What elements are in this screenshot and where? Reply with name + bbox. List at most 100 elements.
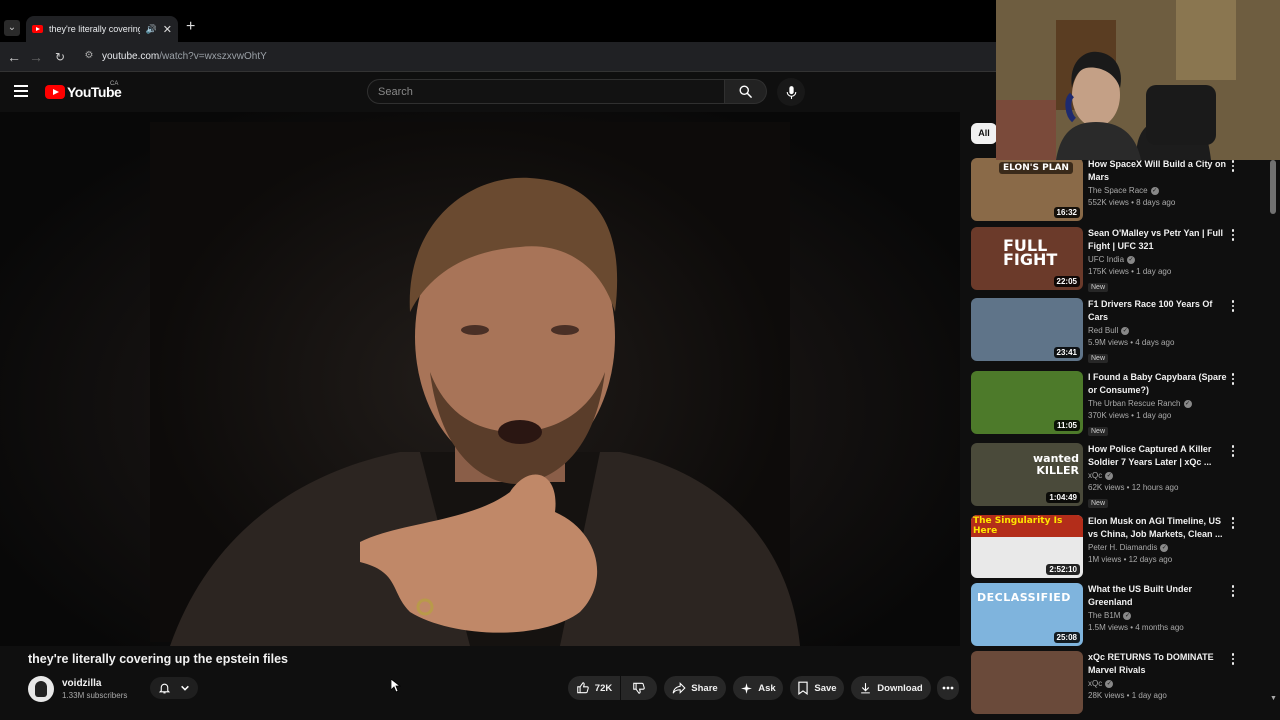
video-thumbnail[interactable]: ELON'S PLAN 16:32 [971, 158, 1083, 221]
video-meta: 552K views • 8 days ago [1088, 198, 1176, 207]
video-title[interactable]: How Police Captured A Killer Soldier 7 Y… [1088, 443, 1228, 469]
sidebar-scrollbar[interactable] [1270, 160, 1276, 214]
youtube-play-icon [45, 85, 65, 99]
youtube-logo[interactable]: YouTube CA [45, 81, 122, 100]
channel-name[interactable]: xQc [1088, 679, 1102, 688]
recommended-video[interactable]: The Singularity Is Here 2:52:10 Elon Musk … [971, 515, 1251, 581]
channel-avatar[interactable] [28, 676, 54, 702]
video-player[interactable] [0, 112, 960, 646]
video-thumbnail[interactable]: The Singularity Is Here 2:52:10 [971, 515, 1083, 578]
recommended-video[interactable]: xQc RETURNS To DOMINATE Marvel Rivals xQc… [971, 651, 1251, 717]
video-thumbnail[interactable]: 23:41 [971, 298, 1083, 361]
site-info-icon[interactable]: ⚙ [82, 50, 96, 64]
recommended-video[interactable]: 23:41 F1 Drivers Race 100 Years Of Cars Re… [971, 298, 1251, 364]
video-thumbnail[interactable]: wanted KILLER 1:04:49 [971, 443, 1083, 506]
channel-row: Peter H. Diamandis ✓ [1088, 543, 1228, 552]
channel-name[interactable]: xQc [1088, 471, 1102, 480]
video-meta: 175K views • 1 day ago [1088, 267, 1172, 276]
share-button[interactable]: Share [664, 676, 726, 700]
video-title[interactable]: What the US Built Under Greenland [1088, 583, 1228, 609]
video-speaker-image [170, 177, 800, 646]
video-title[interactable]: F1 Drivers Race 100 Years Of Cars [1088, 298, 1228, 324]
back-icon[interactable]: ← [6, 49, 22, 65]
video-meta: 1.5M views • 4 months ago [1088, 623, 1184, 632]
forward-icon[interactable]: → [28, 49, 44, 65]
url-field[interactable]: youtube.com/watch?v=wxszxvwOhtY [102, 51, 267, 62]
channel-row: UFC India ✓ [1088, 255, 1228, 264]
video-title[interactable]: Elon Musk on AGI Timeline, US vs China, … [1088, 515, 1228, 541]
filter-chip-all[interactable]: All [971, 123, 997, 144]
video-title[interactable]: xQc RETURNS To DOMINATE Marvel Rivals [1088, 651, 1228, 677]
channel-name[interactable]: Red Bull [1088, 326, 1118, 335]
close-tab-icon[interactable]: ✕ [163, 23, 172, 36]
recommended-video[interactable]: 11:05 I Found a Baby Capybara (Spare or C… [971, 371, 1251, 437]
scroll-down-arrow-icon[interactable]: ▼ [1270, 695, 1277, 702]
verified-icon: ✓ [1160, 543, 1169, 552]
video-title[interactable]: I Found a Baby Capybara (Spare or Consum… [1088, 371, 1228, 397]
video-info: xQc RETURNS To DOMINATE Marvel Rivals xQc… [1088, 651, 1228, 700]
download-button[interactable]: Download [851, 676, 931, 700]
like-button[interactable]: 72K [568, 676, 620, 700]
more-options-icon[interactable] [1229, 653, 1237, 667]
thumbnail-text: wanted KILLER [1032, 452, 1079, 477]
video-title[interactable]: Sean O'Malley vs Petr Yan | Full Fight |… [1088, 227, 1228, 253]
recommended-video[interactable]: DECLASSIFIED 25:08 What the US Built Under… [971, 583, 1251, 649]
recommended-video[interactable]: wanted KILLER 1:04:49 How Police Captured … [971, 443, 1251, 509]
save-button[interactable]: Save [790, 676, 844, 700]
more-options-icon[interactable] [1229, 445, 1237, 459]
search-button[interactable] [725, 79, 767, 104]
recommended-video[interactable]: ELON'S PLAN 16:32 How SpaceX Will Build a … [971, 158, 1251, 224]
youtube-favicon-icon [32, 25, 43, 33]
channel-name[interactable]: The Urban Rescue Ranch [1088, 399, 1181, 408]
video-duration: 23:41 [1053, 347, 1080, 358]
verified-icon: ✓ [1105, 471, 1114, 480]
browser-tab-bar: ⌄ they're literally covering up 🔊 ✕ + [0, 0, 996, 42]
menu-icon[interactable] [14, 85, 28, 97]
tab-search-button[interactable]: ⌄ [4, 20, 20, 36]
channel-name[interactable]: The Space Race [1088, 186, 1148, 195]
voice-search-button[interactable] [777, 78, 805, 106]
video-thumbnail[interactable]: DECLASSIFIED 25:08 [971, 583, 1083, 646]
channel-name[interactable]: The B1M [1088, 611, 1120, 620]
more-options-icon[interactable] [1229, 160, 1237, 174]
thumbs-up-icon [577, 682, 589, 694]
more-options-icon[interactable] [1229, 373, 1237, 387]
video-thumbnail[interactable] [971, 651, 1083, 714]
more-options-icon[interactable] [1229, 517, 1237, 531]
more-actions-button[interactable] [937, 676, 959, 700]
video-info: How SpaceX Will Build a City on Mars The … [1088, 158, 1228, 207]
channel-name[interactable]: voidzilla [62, 678, 127, 689]
channel-name[interactable]: Peter H. Diamandis [1088, 543, 1157, 552]
ask-button[interactable]: Ask [733, 676, 783, 700]
more-options-icon[interactable] [1229, 300, 1237, 314]
dislike-button[interactable] [621, 676, 657, 700]
more-horizontal-icon [942, 686, 954, 690]
verified-icon: ✓ [1183, 399, 1192, 408]
video-info: I Found a Baby Capybara (Spare or Consum… [1088, 371, 1228, 438]
thumbs-down-icon [633, 682, 645, 694]
video-title[interactable]: How SpaceX Will Build a City on Mars [1088, 158, 1228, 184]
reload-icon[interactable]: ↻ [52, 49, 68, 65]
channel-row: Red Bull ✓ [1088, 326, 1228, 335]
notifications-button[interactable] [150, 677, 198, 699]
new-tab-button[interactable]: + [186, 18, 195, 36]
video-info: Sean O'Malley vs Petr Yan | Full Fight |… [1088, 227, 1228, 294]
new-badge: New [1088, 283, 1109, 292]
tab-title: they're literally covering up [49, 24, 140, 34]
ask-label: Ask [758, 682, 776, 694]
recommended-video[interactable]: FULL FIGHT 22:05 Sean O'Malley vs Petr Yan… [971, 227, 1251, 293]
channel-row: xQc ✓ [1088, 679, 1228, 688]
channel-name[interactable]: UFC India [1088, 255, 1124, 264]
verified-icon: ✓ [1150, 186, 1159, 195]
video-thumbnail[interactable]: 11:05 [971, 371, 1083, 434]
more-options-icon[interactable] [1229, 585, 1237, 599]
video-info: Elon Musk on AGI Timeline, US vs China, … [1088, 515, 1228, 564]
share-label: Share [691, 682, 718, 694]
more-options-icon[interactable] [1229, 229, 1237, 243]
speaker-icon[interactable]: 🔊 [146, 24, 157, 35]
download-icon [861, 683, 871, 694]
browser-tab[interactable]: they're literally covering up 🔊 ✕ [26, 16, 178, 42]
search-icon [739, 85, 752, 98]
video-thumbnail[interactable]: FULL FIGHT 22:05 [971, 227, 1083, 290]
search-input[interactable] [368, 80, 724, 103]
